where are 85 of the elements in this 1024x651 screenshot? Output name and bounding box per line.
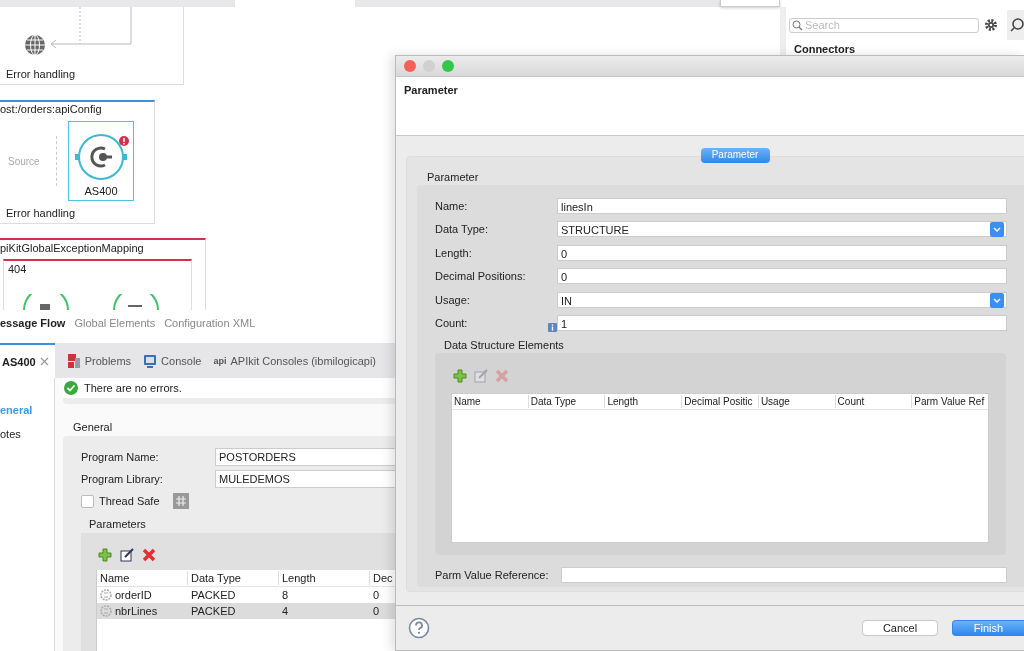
search-field[interactable]: Search (789, 17, 979, 33)
table-cell-text: PACKED (190, 605, 237, 617)
edit-icon[interactable] (120, 548, 134, 562)
input-field[interactable]: linesIn (557, 197, 1007, 214)
input-field[interactable] (560, 566, 1007, 583)
close-icon[interactable] (39, 357, 49, 366)
table-cell-text: 0 (372, 605, 381, 617)
group-title: Parameter (426, 170, 480, 185)
transform-icon (22, 294, 72, 310)
editor-tab[interactable]: Configuration XML (164, 317, 256, 336)
search-icon (792, 19, 803, 31)
input-field[interactable]: 0 (557, 244, 1007, 261)
field-label: Usage: (435, 293, 471, 306)
help-icon[interactable] (408, 617, 430, 639)
group-title: Data Structure Elements (443, 338, 565, 353)
monitor-icon (143, 353, 158, 368)
dropdown[interactable]: STRUCTURE (557, 221, 1007, 238)
status-code: 404 (7, 262, 28, 275)
add-icon[interactable] (98, 548, 112, 562)
editor-tab[interactable]: Global Elements (74, 317, 156, 336)
field-label: Length: (435, 246, 473, 259)
panel-tab[interactable]: AS400 (0, 343, 55, 378)
panel-tab[interactable]: api APIkit Consoles (ibmilogicapi) (213, 354, 376, 367)
connector-icon (72, 132, 130, 182)
chevron-down-icon (990, 222, 1004, 238)
table-cell: nbrLines (97, 605, 188, 617)
field-icon (100, 605, 112, 617)
field-label: Data Type: (435, 223, 489, 236)
editor-tab[interactable]: essage Flow (0, 317, 66, 336)
column-header[interactable]: Name (452, 395, 529, 408)
field-label: Decimal Positions: (435, 270, 527, 283)
column-header[interactable]: Data Type (528, 395, 606, 408)
problems-icon (66, 352, 81, 369)
column-header[interactable]: Data Type (188, 571, 279, 585)
error-handling-label: Error handling (5, 68, 77, 82)
column-header[interactable]: Parm Value Ref (912, 395, 989, 408)
column-header[interactable]: Decimal Positic (682, 395, 759, 408)
input-field[interactable]: 1 (557, 315, 1007, 332)
dialog-title: Parameter (404, 84, 458, 96)
zoom-button[interactable] (442, 60, 454, 72)
error-handling-label: Error handling (5, 207, 77, 221)
input-field[interactable]: 0 (557, 268, 1007, 285)
table-cell: orderID (97, 589, 188, 601)
source-label: Source (8, 155, 41, 167)
table-cell-text: PACKED (190, 589, 237, 601)
add-icon[interactable] (453, 369, 467, 383)
flow-title: piKitGlobalExceptionMapping (0, 241, 145, 254)
table-cell-text: 8 (281, 589, 290, 601)
field-label: Program Library: (81, 473, 164, 485)
checkbox-label: Thread Safe (99, 495, 160, 507)
section-title: General (72, 420, 114, 435)
table-cell-text: 4 (281, 605, 290, 617)
settings-icon[interactable] (984, 18, 1000, 32)
delete-icon[interactable] (142, 548, 156, 562)
column-header[interactable]: Name (97, 571, 188, 585)
close-button[interactable] (404, 60, 416, 72)
connector-node[interactable]: AS400 (68, 121, 134, 201)
column-header[interactable]: Usage (758, 395, 836, 408)
group-title: Parameters (88, 517, 147, 532)
dropdown[interactable]: IN (557, 291, 1007, 308)
column-header[interactable]: Count (835, 395, 913, 408)
table-row[interactable]: orderID PACKED 8 0 (97, 587, 1024, 603)
logger-icon (112, 294, 162, 310)
chevron-down-icon (990, 292, 1004, 308)
globe-icon (24, 34, 46, 56)
field-label: Program Name: (81, 451, 160, 463)
flow-title: ost:/orders:apiConfig (0, 102, 103, 115)
dialog-button[interactable]: Cancel (862, 620, 938, 636)
search-icon[interactable] (1010, 18, 1024, 32)
field-label: Name: (435, 199, 469, 212)
field-label: Count: (435, 317, 469, 330)
nav-item[interactable]: otes (0, 428, 54, 440)
panel-tab[interactable]: Problems (66, 352, 132, 369)
api-icon: api (213, 355, 227, 366)
column-header[interactable]: Length (279, 571, 370, 585)
checkbox[interactable] (81, 494, 94, 508)
field-label: Parm Value Reference: (435, 568, 549, 581)
field-icon (100, 589, 112, 601)
palette-heading: Connectors (793, 43, 857, 55)
minimize-button[interactable] (423, 60, 435, 72)
hash-icon[interactable] (172, 493, 189, 509)
status-message: There are no errors. (84, 382, 182, 394)
column-header[interactable]: Length (605, 395, 683, 408)
table-cell-text: 0 (372, 589, 381, 601)
panel-tab[interactable]: Console (143, 353, 202, 368)
